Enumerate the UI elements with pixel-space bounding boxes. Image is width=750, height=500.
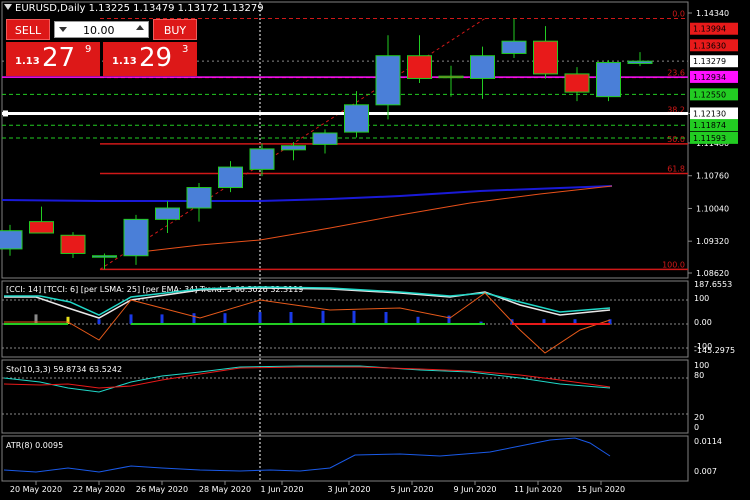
fib-level-label: 100.0 [662,260,685,269]
level-handle-icon [3,110,8,117]
price-flag-label: 1.13630 [693,41,726,50]
time-tick-label: 1 Jun 2020 [260,485,303,494]
lot-increase-icon[interactable] [136,25,144,30]
time-tick-label: 26 May 2020 [136,485,188,494]
price-flag-label: 1.11593 [693,134,726,143]
price-flag-label: 1.11874 [693,121,726,130]
candle [344,104,369,133]
atr-tick-label: 0.007 [694,467,717,476]
ask-price[interactable]: 1.13 29 3 [103,42,197,76]
bid-price-prefix: 1.13 [15,56,40,67]
candle [627,60,653,64]
dropdown-triangle-icon[interactable] [4,4,12,10]
candle [218,166,243,189]
candle [564,73,590,93]
candle [281,145,306,151]
candle [470,55,495,79]
sell-button[interactable]: SELL [6,19,50,40]
price-tick-label: 1.08620 [696,269,729,278]
symbol-ohlc-text: EURUSD,Daily 1.13225 1.13479 1.13172 1.1… [15,3,264,14]
symbol-info: EURUSD,Daily 1.13225 1.13479 1.13172 1.1… [4,3,264,14]
price-tick-label: 1.10040 [696,204,729,213]
price-flag-label: 1.12934 [693,73,726,82]
candle [375,55,401,106]
time-tick-label: 20 May 2020 [10,485,62,494]
price-tick-label: 1.14340 [696,9,729,18]
lot-size-value[interactable]: 10.00 [83,22,115,39]
candle [407,55,432,79]
fib-level-label: 23.6 [667,69,685,78]
price-tick-label: 1.10760 [696,172,729,181]
time-tick-label: 5 Jun 2020 [390,485,433,494]
atr-line [3,437,611,473]
sto-tick-label: 0 [694,423,699,432]
sto-tick-label: 100 [694,361,709,370]
atr-panel-frame [1,435,689,482]
ask-price-fraction: 3 [182,44,189,55]
candle [92,255,117,258]
price-flag-label: 1.13994 [693,25,726,34]
sto-tick-label: 20 [694,413,704,422]
fib-level-label: 61.8 [667,165,685,174]
candle [155,207,180,220]
price-flag-label: 1.12130 [693,109,726,118]
candle [0,230,23,250]
time-tick-label: 9 Jun 2020 [453,485,496,494]
atr-label: ATR(8) 0.0095 [6,441,63,450]
candle [533,40,558,75]
bid-price[interactable]: 1.13 27 9 [6,42,100,76]
candle [596,62,621,98]
cci-tick-label: -145.2975 [694,346,735,355]
sto-label: Sto(10,3,3) 59.8734 63.5242 [6,365,122,374]
candle [501,40,527,54]
fib-level-label: 50.0 [667,135,685,144]
one-click-trading-panel: SELL 10.00 BUY 1.13 27 9 1.13 29 3 [6,19,197,76]
price-tick-label: 1.09320 [696,237,729,246]
time-tick-label: 28 May 2020 [199,485,251,494]
time-tick-label: 11 Jun 2020 [514,485,562,494]
time-tick-label: 22 May 2020 [73,485,125,494]
fib-level-label: 0.0 [672,9,685,18]
candle [438,75,464,79]
lot-decrease-icon[interactable] [59,27,67,32]
ma-blue-line [1,185,613,202]
candle [312,132,338,145]
buy-button[interactable]: BUY [153,19,197,40]
time-tick-label: 3 Jun 2020 [327,485,370,494]
candle [123,218,149,257]
ask-price-prefix: 1.13 [112,56,137,67]
atr-tick-label: 0.0114 [694,437,722,446]
candle [60,234,86,254]
candle [186,187,212,209]
cci-tick-label: 100 [694,294,709,303]
bid-price-pips: 27 [42,43,76,73]
candle [249,148,275,170]
ask-price-pips: 29 [139,43,173,73]
bid-price-fraction: 9 [85,44,92,55]
candle [29,221,54,234]
cci-tick-label: 0.00 [694,318,712,327]
price-flag-label: 1.13279 [693,57,726,66]
sto-tick-label: 80 [694,371,704,380]
cci-tick-label: 187.6553 [694,280,732,289]
time-tick-label: 15 Jun 2020 [577,485,625,494]
price-flag-label: 1.12550 [693,90,726,99]
lot-size-field[interactable]: 10.00 [54,21,149,38]
